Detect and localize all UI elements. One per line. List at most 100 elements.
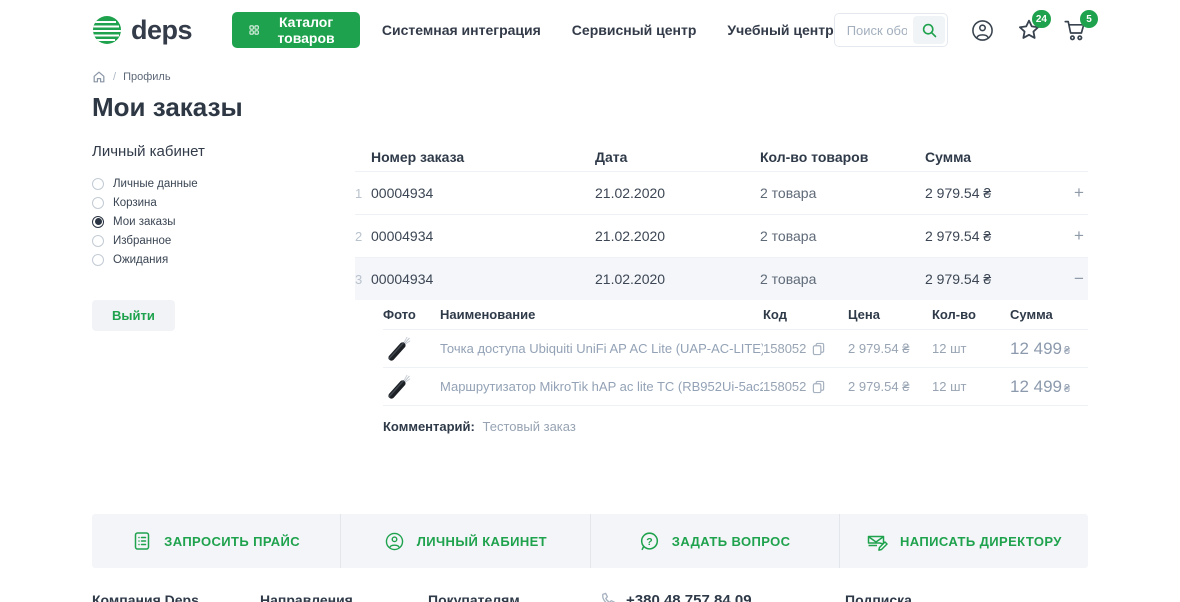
footer-buyers-column: Покупателям Оплата (428, 592, 600, 602)
radio-icon (92, 235, 104, 247)
favorites-button[interactable]: 24 (1017, 17, 1041, 43)
order-number: 00004934 (371, 185, 595, 201)
col-order-number: Номер заказа (371, 149, 595, 165)
sidebar-title: Личный кабинет (92, 143, 355, 160)
copy-code-button[interactable] (812, 342, 825, 356)
expand-order-button[interactable]: + (1070, 184, 1088, 202)
sidebar-item-favorites[interactable]: Избранное (92, 234, 355, 247)
logo-text: deps (131, 15, 192, 46)
col-qty: Кол-во (932, 307, 1010, 322)
sidebar-item-cart[interactable]: Корзина (92, 196, 355, 209)
order-number: 00004934 (371, 228, 595, 244)
order-date: 21.02.2020 (595, 228, 760, 244)
product-qty: 12 шт (932, 341, 1010, 356)
cart-button[interactable]: 5 (1063, 17, 1088, 43)
quick-actions-bar: ЗАПРОСИТЬ ПРАЙС ЛИЧНЫЙ КАБИНЕТ ? ЗАДАТЬ … (92, 514, 1088, 568)
mail-pencil-icon (866, 531, 888, 552)
product-link-ubiquiti[interactable]: Точка доступа Ubiquiti UniFi AP AC Lite … (440, 341, 763, 356)
details-header: Фото Наименование Код Цена Кол-во Сумма (383, 300, 1088, 330)
page: deps Каталог товаров Системная интеграци… (0, 0, 1180, 602)
order-qty: 2 товара (760, 228, 925, 244)
order-date: 21.02.2020 (595, 271, 760, 287)
sidebar-item-my-orders[interactable]: Мои заказы (92, 215, 355, 228)
expand-order-button[interactable]: + (1070, 227, 1088, 245)
request-price-label: ЗАПРОСИТЬ ПРАЙС (164, 534, 300, 549)
favorites-badge: 24 (1032, 10, 1051, 28)
order-index: 3 (355, 272, 371, 287)
product-sum: 12 499₴ (1010, 377, 1088, 397)
search-icon (921, 22, 938, 39)
ask-question-button[interactable]: ? ЗАДАТЬ ВОПРОС (590, 514, 839, 568)
footer-buyers-title: Покупателям (428, 592, 600, 602)
breadcrumb-profile[interactable]: Профиль (123, 71, 171, 83)
radio-icon (92, 254, 104, 266)
orders-table-header: Номер заказа Дата Кол-во товаров Сумма (355, 143, 1088, 171)
main-content: Личный кабинет Личные данные Корзина Мои… (0, 143, 1180, 434)
sidebar-item-label: Корзина (113, 197, 157, 209)
sidebar-item-personal-data[interactable]: Личные данные (92, 177, 355, 190)
footer-subscribe-column: Подписка Подписывайтесь, чтобы узнавать … (845, 592, 1088, 602)
footer-subscribe-title: Подписка (845, 592, 1088, 602)
grid-icon (249, 22, 259, 38)
write-director-button[interactable]: НАПИСАТЬ ДИРЕКТОРУ (839, 514, 1088, 568)
breadcrumb-separator: / (113, 71, 116, 83)
footer-directions-title: Направления (260, 592, 428, 602)
order-index: 1 (355, 186, 371, 201)
phone-icon (600, 592, 617, 602)
product-price: 2 979.54 ₴ (848, 379, 932, 394)
copy-code-button[interactable] (812, 380, 825, 394)
catalog-button[interactable]: Каталог товаров (232, 12, 360, 48)
account-button[interactable] (970, 17, 995, 43)
nav-service-center[interactable]: Сервисный центр (572, 22, 697, 38)
search-box (834, 13, 948, 47)
footer-company-title: Компания Deps (92, 592, 260, 602)
question-icon: ? (639, 531, 660, 552)
product-link-mikrotik[interactable]: Маршрутизатор MikroTik hAP ac lite TC (R… (440, 379, 763, 394)
order-number: 00004934 (371, 271, 595, 287)
request-price-button[interactable]: ЗАПРОСИТЬ ПРАЙС (92, 514, 340, 568)
product-photo[interactable] (383, 331, 440, 367)
personal-account-label: ЛИЧНЫЙ КАБИНЕТ (417, 534, 547, 549)
sidebar-item-label: Избранное (113, 235, 171, 247)
footer-phone[interactable]: +380 48 757 84 09 (626, 592, 752, 602)
home-icon[interactable] (92, 70, 106, 84)
search-button[interactable] (913, 16, 945, 44)
nav-training-center[interactable]: Учебный центр (727, 22, 833, 38)
svg-text:?: ? (646, 535, 652, 547)
product-row: Маршрутизатор MikroTik hAP ac lite TC (R… (383, 368, 1088, 406)
product-photo[interactable] (383, 369, 440, 405)
footer-contact-column: +380 48 757 84 09 М (600, 592, 845, 602)
sidebar-item-label: Ожидания (113, 254, 168, 266)
product-sum: 12 499₴ (1010, 339, 1088, 359)
footer: Компания Deps О компании Направления Дис… (0, 592, 1180, 602)
footer-company-column: Компания Deps О компании (92, 592, 260, 602)
order-sum: 2 979.54 ₴ (925, 185, 1069, 201)
radio-icon (92, 197, 104, 209)
user-icon (970, 18, 995, 43)
nav-system-integration[interactable]: Системная интеграция (382, 22, 541, 38)
product-price: 2 979.54 ₴ (848, 341, 932, 356)
order-row: 2 00004934 21.02.2020 2 товара 2 979.54 … (355, 214, 1088, 257)
order-details: Фото Наименование Код Цена Кол-во Сумма (383, 300, 1088, 434)
order-row: 1 00004934 21.02.2020 2 товара 2 979.54 … (355, 171, 1088, 214)
catalog-button-label: Каталог товаров (269, 14, 343, 46)
logout-button[interactable]: Выйти (92, 300, 175, 331)
account-sidebar: Личный кабинет Личные данные Корзина Мои… (92, 143, 355, 434)
product-photo-cable (383, 331, 415, 367)
copy-icon (812, 342, 825, 356)
order-comment: Комментарий: Тестовый заказ (383, 419, 1088, 434)
collapse-order-button[interactable]: − (1070, 270, 1088, 288)
product-qty: 12 шт (932, 379, 1010, 394)
personal-account-button[interactable]: ЛИЧНЫЙ КАБИНЕТ (340, 514, 589, 568)
order-index: 2 (355, 229, 371, 244)
copy-icon (812, 380, 825, 394)
sidebar-item-waiting[interactable]: Ожидания (92, 253, 355, 266)
footer-directions-column: Направления Дистрибуция (260, 592, 428, 602)
comment-label: Комментарий: (383, 419, 475, 434)
deps-logo[interactable]: deps (92, 15, 192, 46)
ask-question-label: ЗАДАТЬ ВОПРОС (672, 534, 791, 549)
radio-icon-selected (92, 216, 104, 228)
write-director-label: НАПИСАТЬ ДИРЕКТОРУ (900, 534, 1062, 549)
sidebar-item-label: Мои заказы (113, 216, 175, 228)
product-row: Точка доступа Ubiquiti UniFi AP AC Lite … (383, 330, 1088, 368)
